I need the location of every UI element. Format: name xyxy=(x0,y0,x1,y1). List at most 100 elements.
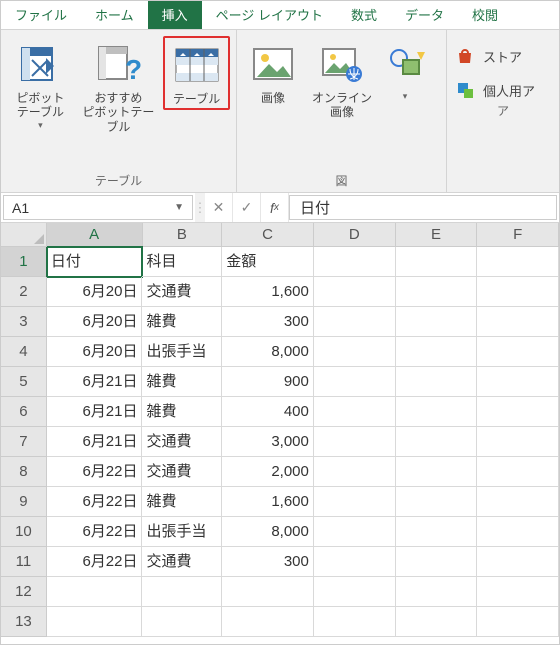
cell[interactable]: 2,000 xyxy=(222,457,314,487)
cell[interactable]: 6月22日 xyxy=(47,457,143,487)
col-header-E[interactable]: E xyxy=(396,223,478,247)
cell[interactable]: 6月22日 xyxy=(47,547,143,577)
tab-review[interactable]: 校閲 xyxy=(458,1,512,29)
col-header-B[interactable]: B xyxy=(143,223,223,247)
pictures-button[interactable]: 画像 xyxy=(243,36,303,108)
cell[interactable] xyxy=(314,307,396,337)
cell[interactable] xyxy=(396,307,478,337)
cell[interactable]: 6月20日 xyxy=(47,337,143,367)
cell[interactable]: 雑費 xyxy=(142,307,222,337)
cell[interactable]: 8,000 xyxy=(222,337,314,367)
cell[interactable]: 300 xyxy=(222,307,314,337)
cell[interactable] xyxy=(314,367,396,397)
store-button[interactable]: ストア xyxy=(455,46,551,66)
tab-insert[interactable]: 挿入 xyxy=(148,1,202,29)
formula-input[interactable]: 日付 xyxy=(289,195,557,220)
cell[interactable] xyxy=(396,397,478,427)
cell[interactable] xyxy=(396,367,478,397)
cell[interactable]: 300 xyxy=(222,547,314,577)
cell-B1[interactable]: 科目 xyxy=(142,247,222,277)
cell[interactable] xyxy=(477,247,559,277)
cell[interactable] xyxy=(477,277,559,307)
cell[interactable] xyxy=(477,307,559,337)
cell[interactable]: 900 xyxy=(222,367,314,397)
cell[interactable]: 6月21日 xyxy=(47,427,143,457)
col-header-A[interactable]: A xyxy=(47,223,143,247)
cell[interactable] xyxy=(314,457,396,487)
col-header-D[interactable]: D xyxy=(314,223,396,247)
online-pictures-button[interactable]: オンライン 画像 xyxy=(307,36,377,123)
cell[interactable] xyxy=(477,397,559,427)
row-header[interactable]: 8 xyxy=(1,457,47,487)
cell[interactable] xyxy=(314,607,396,637)
cell[interactable] xyxy=(477,337,559,367)
cell[interactable]: 雑費 xyxy=(142,367,222,397)
shapes-button[interactable]: ▾ xyxy=(381,36,429,105)
cell[interactable] xyxy=(314,427,396,457)
cell[interactable] xyxy=(396,427,478,457)
tab-data[interactable]: データ xyxy=(391,1,458,29)
cell[interactable]: 交通費 xyxy=(142,427,222,457)
cell-C1[interactable]: 金額 xyxy=(222,247,314,277)
cell[interactable]: 6月22日 xyxy=(47,487,143,517)
cell[interactable] xyxy=(314,277,396,307)
row-header[interactable]: 4 xyxy=(1,337,47,367)
row-header[interactable]: 6 xyxy=(1,397,47,427)
cell[interactable] xyxy=(396,247,478,277)
col-header-F[interactable]: F xyxy=(477,223,559,247)
cell[interactable] xyxy=(314,487,396,517)
cell[interactable] xyxy=(477,607,559,637)
recommended-pivot-button[interactable]: ? おすすめ ピボットテーブル xyxy=(78,36,159,137)
cell[interactable] xyxy=(142,607,222,637)
row-header[interactable]: 12 xyxy=(1,577,47,607)
cell[interactable] xyxy=(477,577,559,607)
cell[interactable] xyxy=(314,577,396,607)
cell[interactable] xyxy=(314,547,396,577)
cell[interactable] xyxy=(396,607,478,637)
cell[interactable]: 交通費 xyxy=(142,277,222,307)
row-header[interactable]: 13 xyxy=(1,607,47,637)
cell[interactable]: 雑費 xyxy=(142,487,222,517)
col-header-C[interactable]: C xyxy=(222,223,314,247)
cancel-formula-button[interactable]: ✕ xyxy=(205,193,233,222)
cell[interactable]: 雑費 xyxy=(142,397,222,427)
insert-function-button[interactable]: fx xyxy=(261,193,289,222)
row-header[interactable]: 2 xyxy=(1,277,47,307)
cell[interactable] xyxy=(314,337,396,367)
tab-formulas[interactable]: 数式 xyxy=(337,1,391,29)
cell[interactable]: 出張手当 xyxy=(142,517,222,547)
cell[interactable] xyxy=(477,457,559,487)
cell[interactable]: 6月20日 xyxy=(47,277,143,307)
tab-file[interactable]: ファイル xyxy=(1,1,81,29)
cell[interactable]: 1,600 xyxy=(222,277,314,307)
cell[interactable]: 6月21日 xyxy=(47,397,143,427)
row-header[interactable]: 7 xyxy=(1,427,47,457)
cell[interactable] xyxy=(477,427,559,457)
cell[interactable] xyxy=(477,367,559,397)
cell[interactable] xyxy=(314,397,396,427)
cell[interactable]: 出張手当 xyxy=(142,337,222,367)
cell[interactable]: 6月22日 xyxy=(47,517,143,547)
enter-formula-button[interactable]: ✓ xyxy=(233,193,261,222)
cell[interactable] xyxy=(477,517,559,547)
row-header[interactable]: 1 xyxy=(1,247,47,277)
row-header[interactable]: 5 xyxy=(1,367,47,397)
select-all-button[interactable] xyxy=(1,223,47,247)
name-box[interactable]: A1 ▼ xyxy=(3,195,193,220)
cell[interactable]: 6月21日 xyxy=(47,367,143,397)
tab-page-layout[interactable]: ページ レイアウト xyxy=(202,1,337,29)
cell[interactable] xyxy=(47,577,143,607)
cell[interactable] xyxy=(142,577,222,607)
table-button[interactable]: テーブル xyxy=(163,36,230,110)
row-header[interactable]: 10 xyxy=(1,517,47,547)
row-header[interactable]: 11 xyxy=(1,547,47,577)
my-addins-button[interactable]: 個人用ア xyxy=(455,80,551,100)
cell[interactable]: 交通費 xyxy=(142,457,222,487)
pivot-table-button[interactable]: ピボット テーブル ▾ xyxy=(7,36,74,134)
cell[interactable] xyxy=(477,547,559,577)
cell[interactable] xyxy=(222,577,314,607)
cell[interactable] xyxy=(396,277,478,307)
cell[interactable] xyxy=(396,577,478,607)
cell[interactable] xyxy=(396,517,478,547)
cell[interactable]: 3,000 xyxy=(222,427,314,457)
